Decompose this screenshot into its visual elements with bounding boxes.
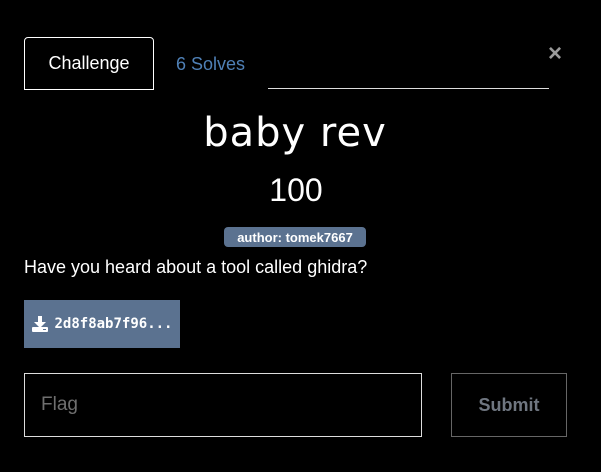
download-icon (32, 316, 49, 332)
challenge-title: baby rev (203, 110, 387, 156)
challenge-description: Have you heard about a tool called ghidr… (24, 257, 368, 277)
tab-challenge[interactable]: Challenge (24, 37, 154, 90)
close-icon[interactable]: × (548, 40, 562, 68)
tab-divider (268, 88, 549, 89)
submit-button[interactable]: Submit (451, 373, 567, 437)
author-badge: author: tomek7667 (224, 227, 366, 247)
flag-input[interactable] (24, 373, 422, 437)
challenge-value: 100 (269, 172, 323, 208)
file-download-button[interactable]: 2d8f8ab7f96... (24, 300, 180, 348)
tab-solves[interactable]: 6 Solves (176, 54, 245, 75)
file-name: 2d8f8ab7f96... (54, 316, 173, 332)
